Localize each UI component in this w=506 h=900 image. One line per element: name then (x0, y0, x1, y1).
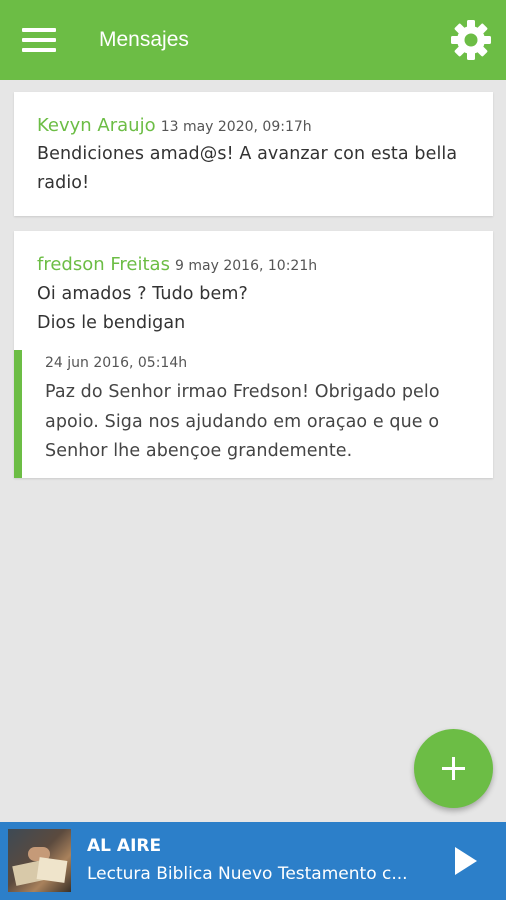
message-text: Bendiciones amad@s! A avanzar con esta b… (37, 140, 477, 198)
message-line: Oi amados ? Tudo bem? (37, 284, 248, 304)
play-icon[interactable] (453, 845, 479, 877)
page-title: Mensajes (99, 28, 189, 51)
reply-text: Paz do Senhor irmao Fredson! Obrigado pe… (45, 378, 485, 467)
message-card: Kevyn Araujo 13 may 2020, 09:17h Bendici… (14, 92, 493, 216)
hamburger-menu-icon[interactable] (22, 28, 56, 52)
add-message-button[interactable] (414, 729, 493, 808)
message-line: radio! (37, 173, 90, 193)
gear-icon[interactable] (450, 19, 492, 61)
plus-icon (442, 757, 465, 780)
message-line: Bendiciones amad@s! A avanzar con esta b… (37, 144, 458, 164)
message-line: Dios le bendigan (37, 313, 186, 333)
reply-line: Senhor lhe abençoe grandemente. (45, 441, 353, 461)
reply-date: 24 jun 2016, 05:14h (45, 355, 188, 371)
message-date: 13 may 2020, 09:17h (160, 119, 312, 135)
now-playing-bar[interactable] (0, 822, 506, 900)
on-air-label: AL AIRE (87, 836, 162, 856)
message-author[interactable]: fredson Freitas (37, 254, 170, 275)
message-text: Oi amados ? Tudo bem? Dios le bendigan (37, 280, 477, 338)
program-title: Lectura Biblica Nuevo Testamento c... (87, 864, 408, 884)
message-date: 9 may 2016, 10:21h (175, 258, 318, 274)
reply-line: Paz do Senhor irmao Fredson! Obrigado pe… (45, 382, 440, 402)
message-author[interactable]: Kevyn Araujo (37, 115, 156, 136)
reply-line: apoio. Siga nos ajudando em oraçao e que… (45, 411, 440, 432)
reply-indicator (14, 350, 22, 478)
program-artwork (8, 829, 71, 892)
app-bar: Mensajes (0, 0, 506, 80)
message-card: fredson Freitas 9 may 2016, 10:21h Oi am… (14, 231, 493, 478)
